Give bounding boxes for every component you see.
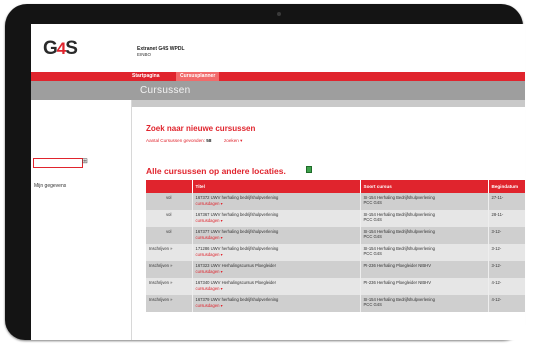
row-type-cell: PI-236 Herhaling Ploegleider NIBHV	[360, 278, 489, 295]
row-status: vol	[146, 193, 193, 210]
course-provider: PCC G4S	[363, 251, 382, 256]
row-start-date: 3-12-	[488, 227, 525, 244]
row-title-cell: 167367 UWV herhaling bedrijfshulpverleni…	[192, 210, 361, 227]
course-provider: PCC G4S	[363, 200, 382, 205]
row-start-date: 3-12-	[488, 261, 525, 278]
course-title[interactable]: 167372 UWV herhaling bedrijfshulpverleni…	[196, 195, 279, 200]
nav-startpagina[interactable]: Startpagina	[132, 73, 160, 79]
sidebar-search-input[interactable]	[33, 158, 83, 168]
cursusdagen-toggle[interactable]: cursusdagen ▾	[196, 252, 357, 257]
col-header-status	[146, 180, 193, 193]
course-type: PI-236 Herhaling Ploegleider NIBHV	[363, 280, 432, 285]
search-button-icon[interactable]: ⊞	[82, 158, 88, 165]
row-title-cell: 167377 UWV herhaling bedrijfshulpverleni…	[192, 227, 361, 244]
cursusdagen-toggle[interactable]: cursusdagen ▾	[196, 269, 357, 274]
table-row: vol 167377 UWV herhaling bedrijfshulpver…	[146, 227, 525, 244]
row-status: vol	[146, 210, 193, 227]
row-title-cell: 171286 UWV herhaling bedrijfshulpverleni…	[192, 244, 361, 261]
tablet-frame: G4S Extranet G4S WPDL EINBO Startpagina …	[5, 4, 525, 340]
row-start-date: 28-11-	[488, 210, 525, 227]
courses-table: Titel Soort cursus Begindatum vol 167372…	[146, 180, 525, 312]
table-row: Inschrijven » 171286 UWV herhaling bedri…	[146, 244, 525, 261]
row-enroll-link[interactable]: Inschrijven »	[146, 278, 193, 295]
row-start-date: 3-12-	[488, 244, 525, 261]
cursusdagen-toggle[interactable]: cursusdagen ▾	[196, 235, 357, 240]
row-title-cell: 167379 UWV herhaling bedrijfshulpverleni…	[192, 295, 361, 312]
sidebar-link-mijn-gegevens[interactable]: Mijn gegevens	[34, 183, 66, 189]
site-header: G4S Extranet G4S WPDL EINBO	[31, 24, 525, 72]
col-header-begindatum[interactable]: Begindatum	[488, 180, 525, 193]
course-title[interactable]: 167323 UWV Herhalingscursus Ploegleider	[196, 263, 277, 268]
row-enroll-link[interactable]: Inschrijven »	[146, 261, 193, 278]
app-subtitle: EINBO	[137, 52, 152, 57]
page-title-band	[31, 81, 525, 100]
g4s-logo[interactable]: G4S	[43, 38, 78, 60]
row-start-date: 27-11-	[488, 193, 525, 210]
table-row: vol 167372 UWV herhaling bedrijfshulpver…	[146, 193, 525, 210]
course-provider: PCC G4S	[363, 302, 382, 307]
page-title: Cursussen	[140, 85, 191, 96]
excel-export-icon[interactable]	[306, 166, 312, 173]
results-heading: Alle cursussen op andere locaties.	[146, 166, 286, 176]
camera-dot	[277, 12, 281, 16]
table-row: Inschrijven » 167323 UWV Herhalingscursu…	[146, 261, 525, 278]
left-sidebar: ⊞ Mijn gegevens	[31, 100, 132, 340]
row-status: vol	[146, 227, 193, 244]
cursusdagen-toggle[interactable]: cursusdagen ▾	[196, 218, 357, 223]
table-header-row: Titel Soort cursus Begindatum	[146, 180, 525, 193]
course-provider: PCC G4S	[363, 234, 382, 239]
search-toggle-link[interactable]: zoeken ▾	[224, 138, 242, 144]
row-type-cell: SI-154 Herhaling Bedrijfshulpverlening PC…	[360, 227, 489, 244]
row-type-cell: SI-154 Herhaling Bedrijfshulpverlening PC…	[360, 244, 489, 261]
cursusdagen-toggle[interactable]: cursusdagen ▾	[196, 201, 357, 206]
search-heading: Zoek naar nieuwe cursussen	[146, 124, 256, 133]
course-title[interactable]: 167367 UWV herhaling bedrijfshulpverleni…	[196, 212, 279, 217]
browser-screen: G4S Extranet G4S WPDL EINBO Startpagina …	[31, 24, 525, 340]
course-title[interactable]: 167377 UWV herhaling bedrijfshulpverleni…	[196, 229, 279, 234]
row-title-cell: 167323 UWV Herhalingscursus Ploegleider c…	[192, 261, 361, 278]
col-header-titel[interactable]: Titel	[192, 180, 361, 193]
content-top-strip	[132, 100, 525, 107]
row-type-cell: SI-154 Herhaling Bedrijfshulpverlening PC…	[360, 210, 489, 227]
main-nav: Startpagina Cursusplanner	[31, 72, 525, 81]
cursusdagen-toggle[interactable]: cursusdagen ▾	[196, 303, 357, 308]
row-title-cell: 167372 UWV herhaling bedrijfshulpverleni…	[192, 193, 361, 210]
course-title[interactable]: 171286 UWV herhaling bedrijfshulpverleni…	[196, 246, 279, 251]
row-type-cell: PI-236 Herhaling Ploegleider NIBHV	[360, 261, 489, 278]
found-count: 58	[206, 138, 212, 143]
course-title[interactable]: 167379 UWV herhaling bedrijfshulpverleni…	[196, 297, 279, 302]
course-type: PI-236 Herhaling Ploegleider NIBHV	[363, 263, 432, 268]
course-title[interactable]: 167340 UWV Herhalingscursus Ploegleider	[196, 280, 277, 285]
found-count-line: Aantal Cursussen gevonden: 58 zoeken ▾	[146, 138, 242, 143]
course-provider: PCC G4S	[363, 217, 382, 222]
row-title-cell: 167340 UWV Herhalingscursus Ploegleider c…	[192, 278, 361, 295]
col-header-soort-cursus[interactable]: Soort cursus	[360, 180, 489, 193]
table-row: vol 167367 UWV herhaling bedrijfshulpver…	[146, 210, 525, 227]
table-row: Inschrijven » 167340 UWV Herhalingscursu…	[146, 278, 525, 295]
row-start-date: 4-12-	[488, 278, 525, 295]
cursusdagen-toggle[interactable]: cursusdagen ▾	[196, 286, 357, 291]
nav-cursusplanner[interactable]: Cursusplanner	[176, 72, 220, 81]
row-start-date: 4-12-	[488, 295, 525, 312]
row-enroll-link[interactable]: Inschrijven »	[146, 244, 193, 261]
table-row: Inschrijven » 167379 UWV herhaling bedri…	[146, 295, 525, 312]
found-label: Aantal Cursussen gevonden:	[146, 138, 205, 143]
row-type-cell: SI-154 Herhaling Bedrijfshulpverlening PC…	[360, 295, 489, 312]
main-content: Zoek naar nieuwe cursussen Aantal Cursus…	[132, 100, 525, 340]
row-type-cell: SI-154 Herhaling Bedrijfshulpverlening PC…	[360, 193, 489, 210]
row-enroll-link[interactable]: Inschrijven »	[146, 295, 193, 312]
